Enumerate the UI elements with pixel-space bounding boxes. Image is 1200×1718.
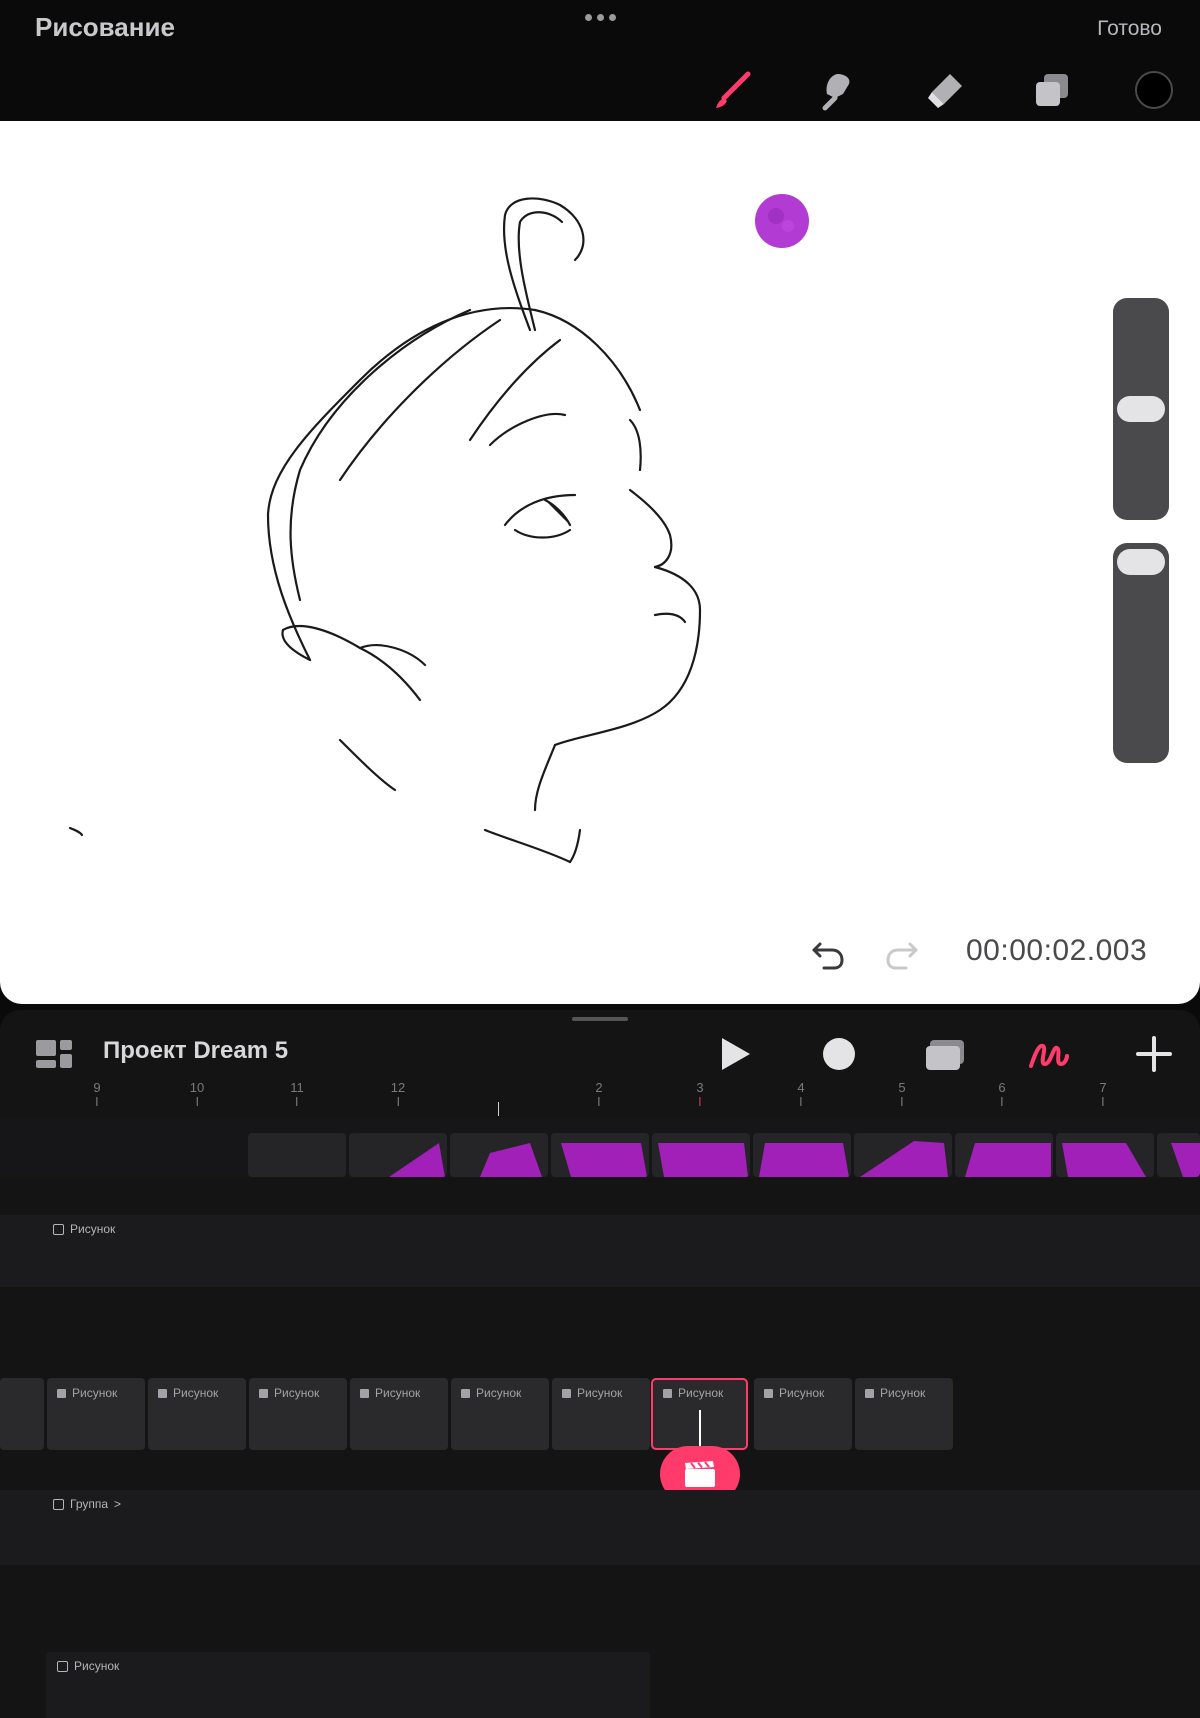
checkbox-icon[interactable] [53, 1223, 64, 1235]
record-button[interactable] [815, 1032, 863, 1076]
ruler-tick: 4 [797, 1080, 805, 1106]
color-frame[interactable] [248, 1133, 346, 1177]
frame-thumbnail[interactable]: Рисунок [552, 1378, 650, 1450]
brush-icon [716, 71, 751, 108]
track-label[interactable]: Рисунок [57, 1659, 119, 1673]
frame-thumbnail[interactable]: Рисунок [148, 1378, 246, 1450]
ruler-tick: 5 [898, 1080, 906, 1106]
play-icon [722, 1038, 750, 1070]
smudge-tool-button[interactable] [815, 68, 859, 112]
color-frame[interactable] [1157, 1133, 1200, 1177]
drawing-canvas[interactable] [0, 121, 1200, 1004]
panel-drag-handle[interactable] [572, 1017, 628, 1021]
smudge-icon [822, 74, 850, 111]
track-drawing [0, 1215, 1200, 1287]
draw-mode-button[interactable] [1025, 1032, 1073, 1076]
brush-size-thumb[interactable] [1117, 396, 1165, 422]
ruler-tick: 3 [696, 1080, 704, 1106]
ruler-tick: 11 [290, 1080, 304, 1106]
eraser-icon [928, 74, 962, 108]
done-button[interactable]: Готово [1097, 17, 1162, 41]
play-button[interactable] [710, 1032, 758, 1076]
sketch-drawing [68, 197, 702, 864]
color-frame[interactable] [955, 1133, 1053, 1177]
frame-thumbnail[interactable]: Рисунок [249, 1378, 347, 1450]
frame-thumbnail[interactable]: Рисунок [754, 1378, 852, 1450]
ruler-tick: 2 [595, 1080, 603, 1106]
color-frame[interactable] [450, 1133, 548, 1177]
add-button[interactable] [1130, 1032, 1178, 1076]
chevron-right-icon: > [114, 1497, 122, 1511]
frame-thumbnail[interactable]: Рисунок [855, 1378, 953, 1450]
project-name[interactable]: Проект Dream 5 [103, 1037, 288, 1065]
plus-icon [1136, 1036, 1172, 1072]
color-frame[interactable] [349, 1133, 447, 1177]
frame-thumbnail[interactable]: Рисунок [47, 1378, 145, 1450]
brush-opacity-slider[interactable] [1113, 543, 1169, 763]
time-marker-line [498, 1102, 499, 1116]
ruler-tick: 10 [190, 1080, 204, 1106]
layers-tool-button[interactable] [1030, 68, 1074, 112]
redo-icon [886, 942, 918, 970]
color-frame[interactable] [1056, 1133, 1154, 1177]
brush-opacity-thumb[interactable] [1117, 549, 1165, 575]
redo-button[interactable] [882, 934, 922, 974]
timecode-display: 00:00:02.003 [966, 934, 1148, 967]
group-label[interactable]: Группа > [53, 1497, 121, 1511]
record-icon [823, 1038, 855, 1070]
frame-thumbnail[interactable]: Рисунок [350, 1378, 448, 1450]
track-drawing-bottom [46, 1652, 650, 1718]
ruler-tick: 9 [93, 1080, 101, 1106]
track-group [0, 1490, 1200, 1565]
playhead[interactable] [699, 1410, 701, 1446]
checkbox-icon[interactable] [57, 1660, 68, 1672]
color-frame[interactable] [753, 1133, 851, 1177]
clapperboard-icon [685, 1461, 715, 1487]
color-frame[interactable] [854, 1133, 952, 1177]
frame-thumbnail[interactable]: Рисунок [451, 1378, 549, 1450]
undo-icon [812, 942, 844, 970]
brush-size-slider[interactable] [1113, 298, 1169, 520]
undo-button[interactable] [808, 934, 848, 974]
track-label[interactable]: Рисунок [53, 1222, 115, 1236]
color-frame[interactable] [551, 1133, 649, 1177]
color-frame[interactable] [652, 1133, 750, 1177]
ruler-tick: 12 [391, 1080, 405, 1106]
gallery-button[interactable] [30, 1032, 78, 1076]
ruler-tick: 6 [998, 1080, 1006, 1106]
gallery-icon [36, 1040, 72, 1068]
frame-thumbnail[interactable] [0, 1378, 44, 1450]
page-title: Рисование [35, 12, 175, 42]
color-picker-button[interactable] [1135, 71, 1173, 109]
brush-tool-button[interactable] [710, 68, 754, 112]
onion-skin-button[interactable] [922, 1032, 970, 1076]
checkbox-icon[interactable] [53, 1498, 64, 1510]
onion-skin-icon [926, 1040, 964, 1070]
more-menu-icon[interactable] [580, 4, 620, 30]
brush-preview-dot [755, 194, 809, 248]
draw-icon [1029, 1043, 1069, 1068]
layers-icon [1036, 74, 1068, 106]
eraser-tool-button[interactable] [922, 68, 966, 112]
ruler-tick: 7 [1099, 1080, 1107, 1106]
